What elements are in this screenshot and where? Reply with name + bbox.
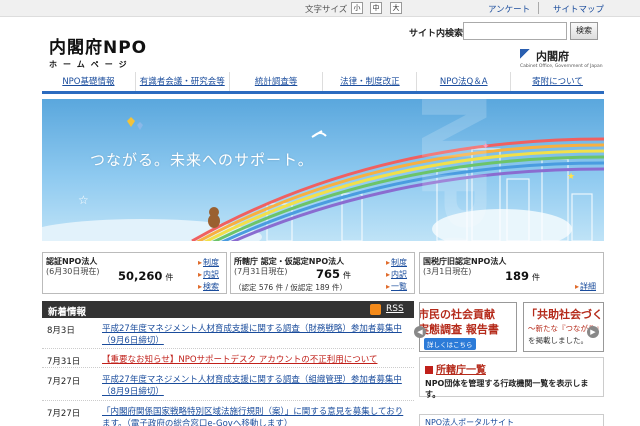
stat-link-breakdown[interactable]: 内訳 — [386, 269, 407, 280]
carousel-prev-icon[interactable]: ◀ — [414, 326, 426, 338]
stat-link-system[interactable]: 制度 — [198, 257, 219, 268]
news-title: 新着情報 — [48, 307, 87, 318]
news-link[interactable]: 「内閣府関係国家戦略特別区域法施行規則（案）」に関する意見を募集しております。（… — [102, 406, 407, 426]
utility-bar: 文字サイズ 小 中 大 アンケート サイトマップ — [0, 0, 640, 17]
font-size-medium-button[interactable]: 中 — [370, 2, 382, 14]
search-label: サイト内検索 — [409, 29, 464, 39]
news-date: 7月27日 — [47, 377, 81, 387]
nav-npo-basics[interactable]: NPO基礎情報 — [42, 72, 135, 91]
sitemap-link[interactable]: サイトマップ — [553, 3, 604, 15]
stat-detail: （認定 576 件 / 仮認定 189 件） — [234, 283, 347, 292]
news-item: 7月27日 平成27年度マネジメント人材育成支援に関する調査（組織管理）参加者募… — [42, 371, 414, 401]
banner-citizen-survey[interactable]: 市民の社会貢献 実態調査 報告書 詳しくはこちら — [419, 302, 517, 352]
ministry-list-desc: NPO団体を管理する行政機関一覧を表示します。 — [425, 379, 589, 399]
carousel-next-icon[interactable]: ▶ — [587, 326, 599, 338]
star-icon: ☆ — [78, 193, 89, 207]
stat-date: (6月30日現在) — [46, 267, 100, 276]
stat-link-detail[interactable]: 詳細 — [575, 281, 596, 292]
cabinet-office-english: Cabinet Office, Government of Japan — [520, 64, 603, 69]
font-size-small-button[interactable]: 小 — [351, 2, 363, 14]
stat-link-breakdown[interactable]: 内訳 — [198, 269, 219, 280]
news-link[interactable]: 平成27年度マネジメント人材育成支援に関する調査（組織管理）参加者募集中（8月9… — [102, 374, 407, 398]
stat-link-search[interactable]: 検索 — [198, 281, 219, 292]
stat-box-certified: 認証NPO法人 (6月30日現在) 50,260件 制度 内訳 検索 — [42, 252, 227, 294]
news-header: 新着情報 — [42, 301, 414, 318]
nav-expert-meetings[interactable]: 有識者会議・研究会等 — [134, 72, 229, 91]
news-item: 7月27日 「内閣府関係国家戦略特別区域法施行規則（案）」に関する意見を募集して… — [42, 404, 414, 426]
stat-number: 765 件 — [316, 267, 352, 281]
banner-small-text-2: を掲載しました。 — [528, 336, 588, 345]
news-item: 7月31日 【重要なお知らせ】NPOサポートデスク アカウントの不正利用について — [42, 351, 414, 368]
rss-label[interactable]: RSS — [386, 304, 404, 314]
logo-main-text: 内閣府NPO — [49, 38, 148, 58]
site-logo[interactable]: 内閣府NPO ホームページ — [49, 33, 147, 70]
news-date: 8月3日 — [47, 326, 75, 336]
survey-link[interactable]: アンケート — [488, 3, 530, 15]
stat-number: 50,260 件 — [118, 269, 174, 283]
portal-link[interactable]: NPO法人ポータルサイト — [425, 417, 514, 426]
rss-icon — [370, 304, 381, 315]
banner-line2: 実態調査 報告書 — [419, 323, 499, 336]
news-date: 7月31日 — [47, 357, 81, 367]
global-nav: NPO基礎情報 有識者会議・研究会等 統計調査等 法律・制度改正 NPO法Q＆A… — [42, 72, 604, 94]
font-size-label: 文字サイズ — [305, 5, 348, 15]
news-date: 7月27日 — [47, 409, 81, 419]
hero-banner: ☆ ✦ ★ つながる。未来へのサポート。 NPO — [42, 99, 604, 241]
banner-line1: 市民の社会貢献 — [419, 308, 495, 321]
font-size-large-button[interactable]: 大 — [390, 2, 402, 14]
ministry-list-link[interactable]: 所轄庁一覧 — [425, 361, 486, 376]
stat-date: (7月31日現在) — [234, 267, 288, 276]
banner-details-chip: 詳しくはこちら — [424, 338, 476, 350]
search-button[interactable]: 検索 — [570, 22, 598, 40]
logo-sub-text: ホームページ — [49, 60, 133, 69]
nav-donation[interactable]: 寄附について — [510, 72, 604, 91]
hero-illustration: ☆ ✦ ★ — [42, 117, 604, 241]
banner-line1: 「共助社会づく — [526, 308, 603, 321]
news-item: 8月3日 平成27年度マネジメント人材育成支援に関する調査（財務戦略）参加者募集… — [42, 321, 414, 349]
stat-box-designated: 所轄庁 認定・仮認定NPO法人 (7月31日現在) 765 件 （認定 576 件… — [230, 252, 415, 294]
nav-statistics[interactable]: 統計調査等 — [228, 72, 323, 91]
stat-date: (3月1日現在) — [423, 267, 472, 276]
nav-npo-qa[interactable]: NPO法Q＆A — [416, 72, 510, 91]
portal-box: NPO法人ポータルサイト — [419, 414, 604, 426]
stat-link-system[interactable]: 制度 — [386, 257, 407, 268]
hero-catchphrase: つながる。未来へのサポート。 — [90, 151, 314, 169]
star-icon-3: ★ — [567, 172, 575, 182]
news-link[interactable]: 平成27年度マネジメント人材育成支援に関する調査（財務戦略）参加者募集中（9月6… — [102, 323, 407, 347]
cabinet-office-name: 内閣府 — [520, 48, 603, 64]
stat-link-list[interactable]: 一覧 — [386, 281, 407, 292]
stat-number: 189 件 — [505, 269, 541, 283]
ministry-list-box: 所轄庁一覧 NPO団体を管理する行政機関一覧を表示します。 — [419, 357, 604, 399]
news-link-important[interactable]: 【重要なお知らせ】NPOサポートデスク アカウントの不正利用について — [102, 354, 407, 366]
stat-box-nta: 国税庁旧認定NPO法人 (3月1日現在) 189件 詳細 — [419, 252, 604, 294]
search-input[interactable] — [463, 22, 567, 40]
util-divider — [538, 2, 539, 14]
hero-npo-watermark: NPO — [401, 99, 504, 241]
nav-law-reform[interactable]: 法律・制度改正 — [322, 72, 416, 91]
cabinet-office-logo[interactable]: 内閣府 Cabinet Office, Government of Japan — [520, 48, 603, 69]
